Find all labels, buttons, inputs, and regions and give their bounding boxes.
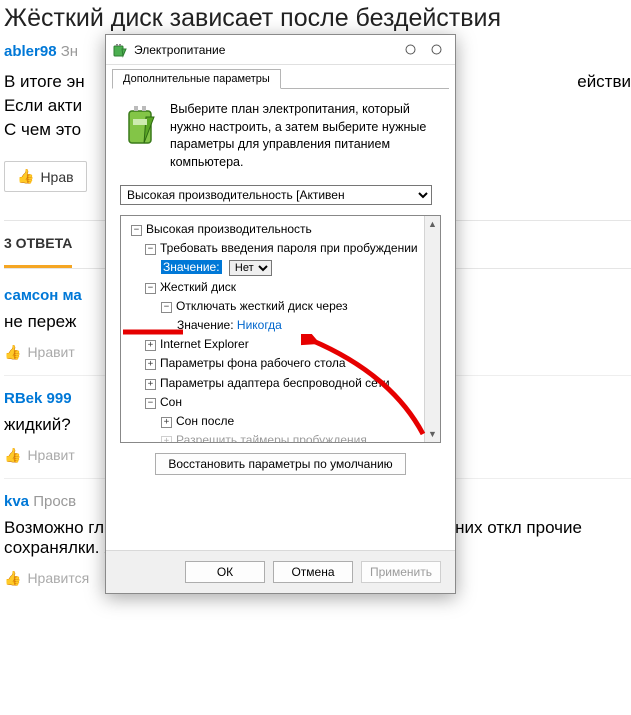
answer-author-link[interactable]: самсон ма xyxy=(4,287,82,304)
expand-icon[interactable]: + xyxy=(161,417,172,428)
expand-icon[interactable]: + xyxy=(145,340,156,351)
cancel-button[interactable]: Отмена xyxy=(273,561,353,583)
tree-node-wake-timers[interactable]: +Разрешить таймеры пробуждения xyxy=(123,431,440,443)
intro-section: Выберите план электропитания, который ну… xyxy=(106,89,455,181)
collapse-icon[interactable]: − xyxy=(145,398,156,409)
scroll-up-icon[interactable]: ▲ xyxy=(425,216,440,232)
tree-node-root[interactable]: −Высокая производительность xyxy=(123,220,440,239)
question-meta: Зн xyxy=(61,43,78,60)
power-options-dialog: Электропитание Дополнительные параметры … xyxy=(105,34,456,594)
expand-icon[interactable]: + xyxy=(161,436,172,443)
answers-count-header: 3 ОТВЕТА xyxy=(4,221,72,268)
answer-author-link[interactable]: RBek 999 xyxy=(4,390,72,407)
thumb-up-icon: 👍 xyxy=(17,168,34,185)
settings-tree[interactable]: −Высокая производительность −Требовать в… xyxy=(120,215,441,443)
answer-author-link[interactable]: kva xyxy=(4,493,29,510)
help-button[interactable] xyxy=(397,40,423,60)
expand-icon[interactable]: + xyxy=(145,379,156,390)
tree-node-sleep-after[interactable]: +Сон после xyxy=(123,412,440,431)
intro-text: Выберите план электропитания, который ну… xyxy=(170,101,441,171)
like-button[interactable]: 👍 Нрав xyxy=(4,161,87,192)
collapse-icon[interactable]: − xyxy=(145,244,156,255)
value-label: Значение: xyxy=(177,318,234,332)
tree-scrollbar[interactable]: ▲ ▼ xyxy=(424,216,440,442)
value-label: Значение: xyxy=(161,260,222,274)
like-action[interactable]: 👍Нравит xyxy=(4,344,75,361)
power-plan-select[interactable]: Высокая производительность [Активен xyxy=(120,185,432,205)
close-button[interactable] xyxy=(423,40,449,60)
thumb-up-icon: 👍 xyxy=(4,344,21,360)
question-author-link[interactable]: abler98 xyxy=(4,43,57,60)
tree-node-desktop-bg[interactable]: +Параметры фона рабочего стола xyxy=(123,354,440,373)
tab-advanced[interactable]: Дополнительные параметры xyxy=(112,69,281,89)
apply-button: Применить xyxy=(361,561,441,583)
dialog-title: Электропитание xyxy=(134,43,397,57)
power-app-icon xyxy=(112,42,128,58)
restore-defaults-button[interactable]: Восстановить параметры по умолчанию xyxy=(155,453,405,475)
value-link[interactable]: Никогда xyxy=(237,318,282,332)
tree-value-password[interactable]: Значение: Нет xyxy=(123,258,440,277)
value-dropdown[interactable]: Нет xyxy=(229,260,272,276)
tab-strip: Дополнительные параметры xyxy=(106,65,455,89)
collapse-icon[interactable]: − xyxy=(161,302,172,313)
dialog-title-bar[interactable]: Электропитание xyxy=(106,35,455,65)
tree-node-turnoff-hdd[interactable]: −Отключать жесткий диск через xyxy=(123,297,440,316)
thumb-up-icon: 👍 xyxy=(4,570,21,586)
answer-author-meta: Просв xyxy=(33,493,76,510)
tree-node-wireless[interactable]: +Параметры адаптера беспроводной сети xyxy=(123,374,440,393)
tree-node-ie[interactable]: +Internet Explorer xyxy=(123,335,440,354)
dialog-footer: ОК Отмена Применить xyxy=(106,550,455,593)
ok-button[interactable]: ОК xyxy=(185,561,265,583)
expand-icon[interactable]: + xyxy=(145,359,156,370)
like-action[interactable]: 👍Нравится xyxy=(4,570,89,587)
battery-icon xyxy=(120,101,160,171)
scroll-down-icon[interactable]: ▼ xyxy=(425,426,440,442)
tree-node-harddisk[interactable]: −Жесткий диск xyxy=(123,278,440,297)
thumb-up-icon: 👍 xyxy=(4,447,21,463)
tree-node-password[interactable]: −Требовать введения пароля при пробужден… xyxy=(123,239,440,258)
collapse-icon[interactable]: − xyxy=(131,225,142,236)
like-action[interactable]: 👍Нравит xyxy=(4,447,75,464)
tree-value-hdd[interactable]: Значение: Никогда xyxy=(123,316,440,335)
collapse-icon[interactable]: − xyxy=(145,283,156,294)
tree-node-sleep[interactable]: −Сон xyxy=(123,393,440,412)
